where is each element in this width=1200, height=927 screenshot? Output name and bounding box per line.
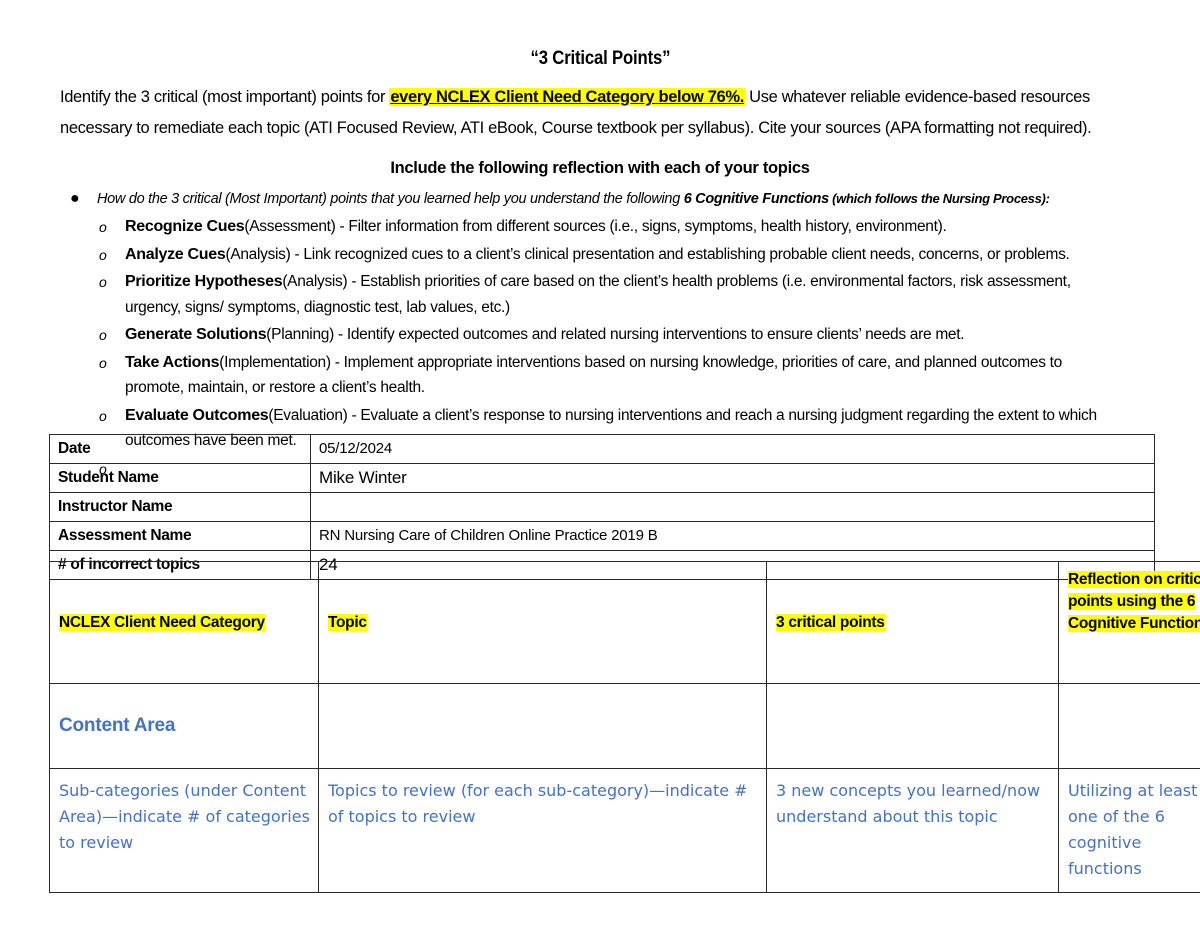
- content-area-reflection-cell[interactable]: [1058, 683, 1200, 769]
- bullet-dot-icon: ●: [70, 190, 80, 207]
- list-item: o Recognize Cues(Assessment) - Filter inf…: [0, 214, 1160, 240]
- bullet-lead-text: How do the 3 critical (Most Important) p…: [97, 191, 684, 207]
- header-cell-reflection: Reflection on critical points using the …: [1058, 561, 1200, 684]
- bullet-lead-item: ● How do the 3 critical (Most Important) …: [0, 186, 1160, 212]
- list-item: o Take Actions(Implementation) - Implemen…: [0, 350, 1160, 401]
- content-area-topic-cell[interactable]: [318, 683, 767, 769]
- circle-bullet-icon: o: [99, 246, 107, 263]
- info-value-date[interactable]: 05/12/2024: [310, 434, 1155, 464]
- table-row: Assessment Name RN Nursing Care of Child…: [49, 521, 1155, 551]
- function-term: Prioritize Hypotheses: [125, 273, 283, 290]
- info-label-student-name: Student Name: [49, 463, 311, 493]
- function-phase: (Analysis): [282, 273, 348, 290]
- list-item: o Generate Solutions(Planning) - Identify…: [0, 322, 1160, 348]
- function-phase: (Analysis): [225, 245, 291, 263]
- description-cell-concepts[interactable]: 3 new concepts you learned/now understan…: [766, 768, 1059, 893]
- info-label-instructor-name: Instructor Name: [49, 492, 311, 522]
- description-text-subcategories: Sub-categories (under Content Area)—indi…: [59, 781, 310, 852]
- content-area-label: Content Area: [59, 715, 176, 736]
- function-phase: (Implementation): [219, 353, 331, 371]
- function-phase: (Planning): [266, 326, 334, 343]
- table-header-row: NCLEX Client Need Category Topic 3 criti…: [49, 561, 1200, 684]
- description-cell-topics[interactable]: Topics to review (for each sub-category)…: [318, 768, 767, 893]
- header-cell-topic: Topic: [318, 561, 767, 684]
- reflection-subheading: Include the following reflection with ea…: [390, 159, 810, 177]
- circle-bullet-icon: o: [99, 354, 107, 371]
- function-term: Evaluate Outcomes: [125, 406, 269, 424]
- document-page: “3 Critical Points” Identify the 3 criti…: [0, 0, 1200, 927]
- header-label-topic: Topic: [328, 613, 367, 631]
- list-item: o Prioritize Hypotheses(Analysis) - Estab…: [0, 269, 1160, 320]
- critical-points-table: NCLEX Client Need Category Topic 3 criti…: [49, 561, 1200, 893]
- table-row: Student Name Mike Winter: [49, 463, 1155, 493]
- intro-text-before: Identify the 3 critical (most important)…: [60, 88, 390, 106]
- description-row: Sub-categories (under Content Area)—indi…: [49, 768, 1200, 893]
- function-phase: (Assessment): [244, 218, 336, 235]
- content-area-points-cell[interactable]: [766, 683, 1059, 769]
- header-cell-critical-points: 3 critical points: [766, 561, 1059, 684]
- intro-highlight: every NCLEX Client Need Category below 7…: [389, 88, 745, 106]
- circle-bullet-icon: o: [99, 327, 107, 343]
- function-term: Generate Solutions: [125, 326, 267, 343]
- bullet-lead-tail: (which follows the Nursing Process):: [828, 191, 1050, 206]
- table-row: Date 05/12/2024: [49, 434, 1155, 464]
- list-item: o Analyze Cues(Analysis) - Link recognize…: [0, 242, 1160, 268]
- assessment-info-table: Date 05/12/2024 Student Name Mike Winter…: [49, 434, 1155, 580]
- table-row: Instructor Name: [49, 492, 1155, 522]
- description-text-functions: Utilizing at least one of the 6 cognitiv…: [1068, 781, 1198, 878]
- info-label-date: Date: [49, 434, 311, 464]
- info-label-assessment-name: Assessment Name: [49, 521, 311, 551]
- header-label-nclex-category: NCLEX Client Need Category: [59, 613, 265, 631]
- intro-paragraph: Identify the 3 critical (most important)…: [0, 70, 1200, 144]
- info-value-assessment-name[interactable]: RN Nursing Care of Children Online Pract…: [310, 521, 1155, 551]
- function-term: Recognize Cues: [125, 218, 245, 235]
- header-cell-nclex-category: NCLEX Client Need Category: [49, 561, 319, 684]
- page-title-text: “3 Critical Points”: [530, 48, 670, 69]
- content-area-cell[interactable]: Content Area: [49, 683, 319, 769]
- function-description: - Link recognized cues to a client’s cli…: [290, 245, 1070, 263]
- header-label-reflection: Reflection on critical points using the …: [1068, 571, 1200, 632]
- circle-bullet-icon: o: [99, 407, 107, 424]
- description-text-topics: Topics to review (for each sub-category)…: [328, 781, 748, 826]
- description-text-concepts: 3 new concepts you learned/now understan…: [776, 781, 1041, 826]
- circle-bullet-icon: o: [99, 219, 107, 235]
- description-cell-functions[interactable]: Utilizing at least one of the 6 cognitiv…: [1058, 768, 1200, 893]
- function-term: Take Actions: [125, 353, 220, 371]
- info-value-student-name[interactable]: Mike Winter: [310, 463, 1155, 493]
- function-description: - Identify expected outcomes and related…: [333, 326, 965, 343]
- function-description: - Filter information from different sour…: [335, 218, 947, 235]
- bullet-lead-bold: 6 Cognitive Functions: [683, 191, 829, 207]
- function-term: Analyze Cues: [125, 245, 226, 263]
- content-area-row: Content Area: [49, 683, 1200, 769]
- info-value-instructor-name[interactable]: [310, 492, 1155, 522]
- header-label-critical-points: 3 critical points: [776, 613, 885, 631]
- description-cell-subcategories[interactable]: Sub-categories (under Content Area)—indi…: [49, 768, 319, 893]
- function-phase: (Evaluation): [268, 406, 348, 424]
- page-title: “3 Critical Points”: [0, 0, 1200, 70]
- circle-bullet-icon: o: [99, 274, 107, 290]
